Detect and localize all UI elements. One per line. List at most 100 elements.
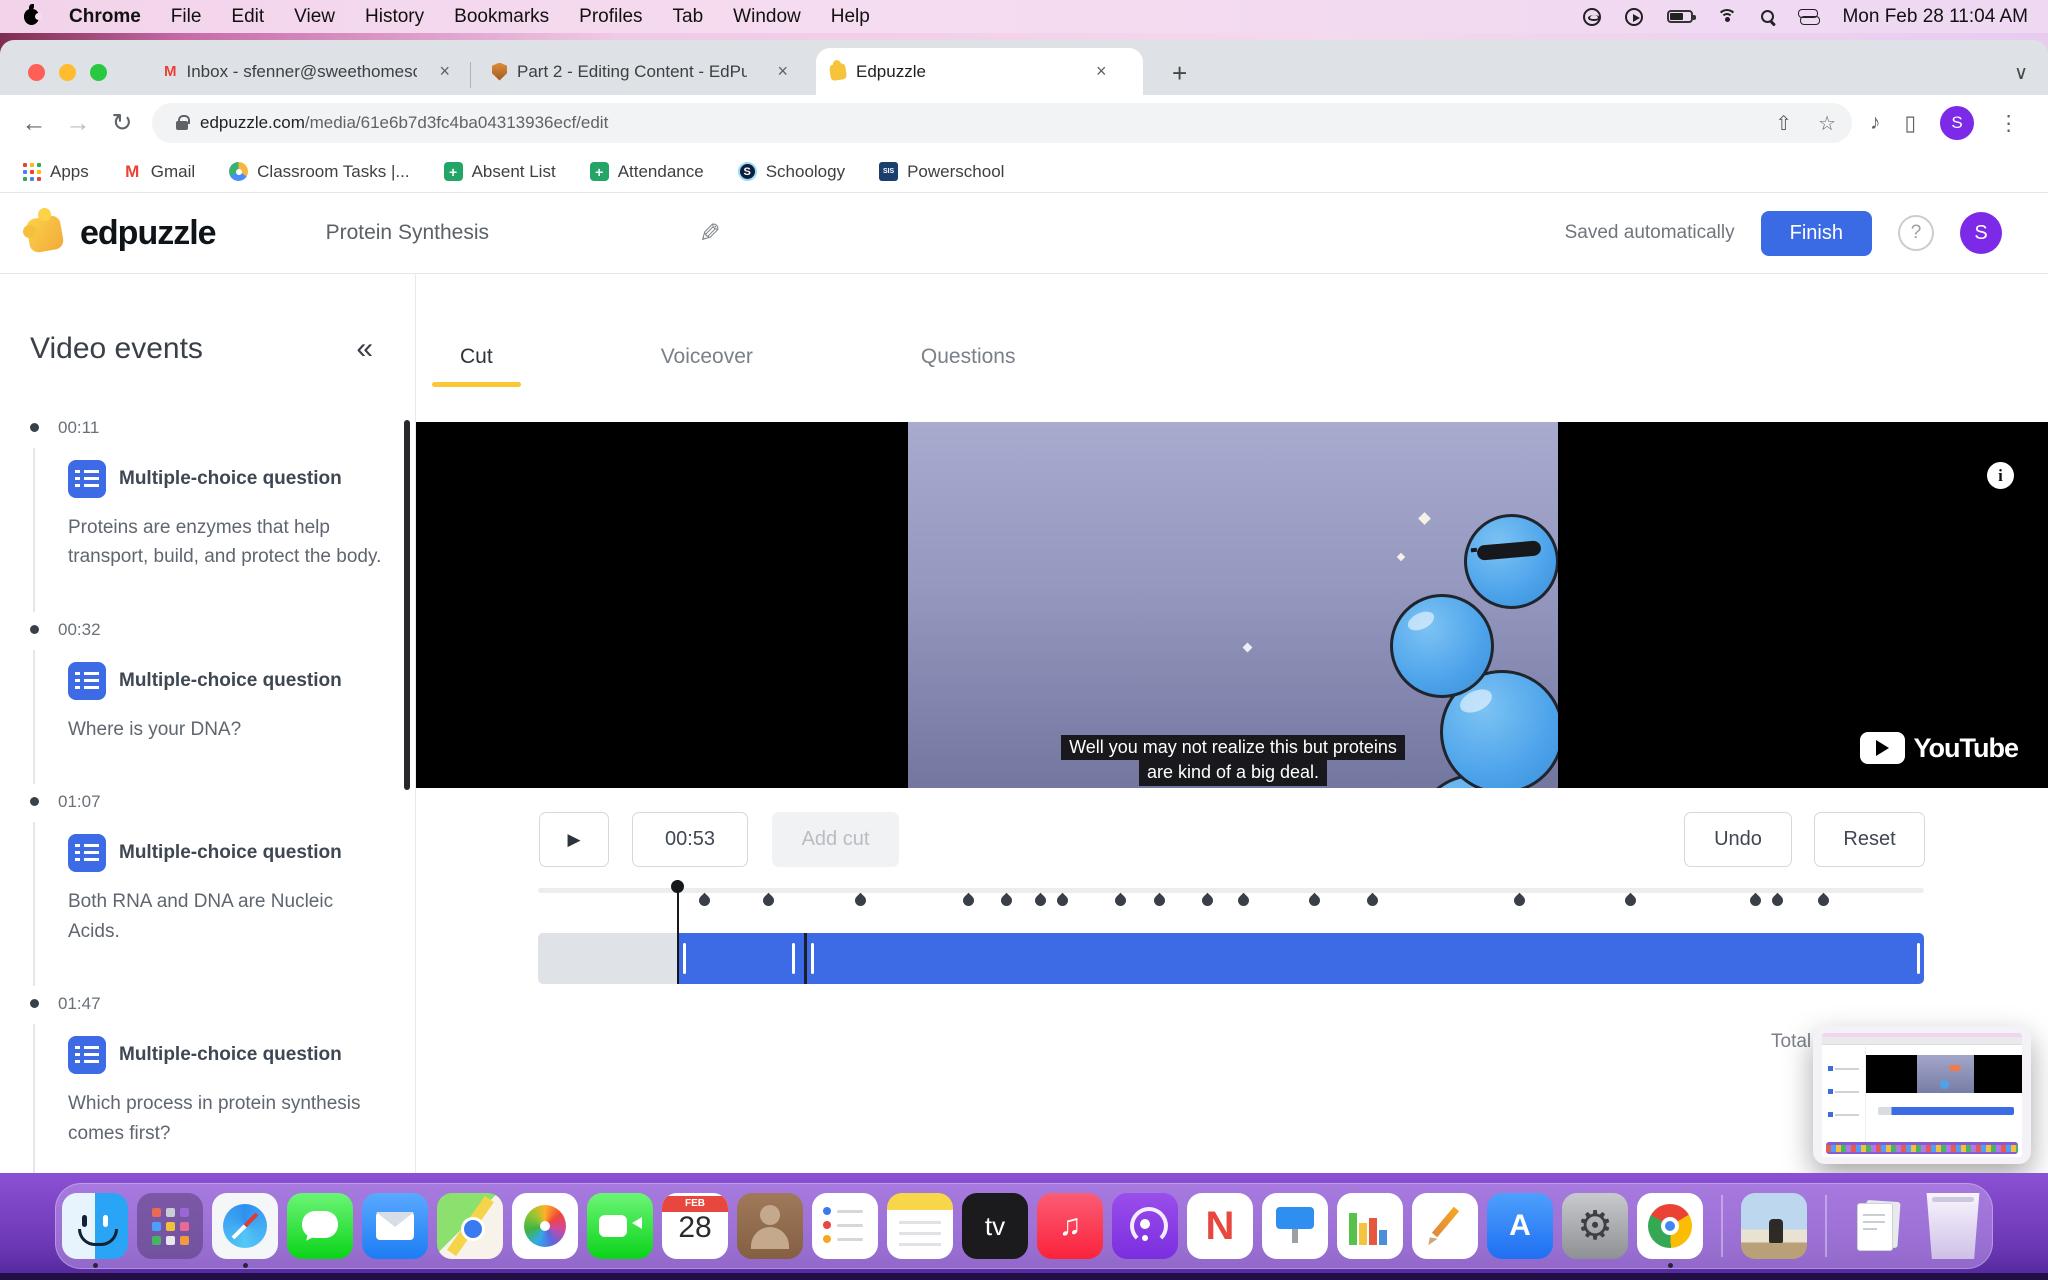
side-panel-icon[interactable]: ▯ [1905, 111, 1917, 136]
chrome-menu-icon[interactable]: ⋮ [1998, 111, 2019, 136]
dock-downloads-icon[interactable] [1845, 1193, 1911, 1259]
video-event[interactable]: 00:11 Multiple-choice question Proteins … [0, 418, 415, 572]
question-marker[interactable] [697, 893, 713, 909]
tab-questions[interactable]: Questions [893, 331, 1044, 387]
dock-news-icon[interactable]: N [1187, 1193, 1253, 1259]
edpuzzle-brand[interactable]: edpuzzle [80, 214, 216, 253]
dock-messages-icon[interactable] [287, 1193, 353, 1259]
menu-item-view[interactable]: View [294, 6, 335, 28]
media-controls-icon[interactable]: ♪ [1870, 111, 1881, 135]
cut-timeline[interactable] [538, 880, 1924, 990]
question-marker[interactable] [1055, 893, 1071, 909]
reset-button[interactable]: Reset [1814, 812, 1925, 867]
menu-item-bookmarks[interactable]: Bookmarks [454, 6, 549, 28]
screen-share-preview[interactable] [1813, 1026, 2031, 1164]
undo-button[interactable]: Undo [1684, 812, 1792, 867]
timeline-segment-kept[interactable] [678, 933, 1924, 984]
dock-safari-icon[interactable] [212, 1193, 278, 1259]
info-icon[interactable]: i [1987, 462, 2014, 489]
dock-trash-icon[interactable] [1920, 1193, 1986, 1259]
question-marker[interactable] [1236, 893, 1252, 909]
screen-mirroring-icon[interactable] [1625, 8, 1643, 26]
dock-music-icon[interactable]: ♫ [1037, 1193, 1103, 1259]
question-marker[interactable] [761, 893, 777, 909]
dock-calendar-icon[interactable]: FEB28 [662, 1193, 728, 1259]
close-tab-icon[interactable]: × [777, 61, 788, 82]
dock-maps-icon[interactable] [437, 1193, 503, 1259]
wifi-icon[interactable] [1717, 9, 1737, 24]
dock-reminders-icon[interactable] [812, 1193, 878, 1259]
creative-cloud-icon[interactable] [1583, 8, 1601, 26]
menu-item-chrome[interactable]: Chrome [69, 6, 141, 28]
tab-part2-editing[interactable]: Part 2 - Editing Content - EdPu × [478, 48, 802, 95]
timeline-bar[interactable] [538, 933, 1924, 984]
question-marker[interactable] [960, 893, 976, 909]
question-marker[interactable] [1365, 893, 1381, 909]
dock-notes-icon[interactable] [887, 1193, 953, 1259]
question-marker[interactable] [1032, 893, 1048, 909]
question-marker[interactable] [1152, 893, 1168, 909]
collapse-sidebar-icon[interactable]: « [356, 332, 373, 366]
share-icon[interactable]: ⇧ [1775, 111, 1792, 136]
question-marker[interactable] [1307, 893, 1323, 909]
add-cut-button[interactable]: Add cut [772, 812, 899, 867]
bookmark-classroom-tasks[interactable]: Classroom Tasks |... [229, 162, 409, 182]
apple-icon[interactable] [24, 9, 39, 25]
back-button[interactable]: ← [12, 109, 56, 138]
question-marker[interactable] [1770, 893, 1786, 909]
dock-desktop-folder-icon[interactable] [1741, 1193, 1807, 1259]
spotlight-icon[interactable] [1761, 10, 1774, 23]
menu-bar-clock[interactable]: Mon Feb 28 11:04 AM [1842, 6, 2028, 28]
edpuzzle-logo-icon[interactable] [22, 209, 70, 257]
chrome-profile-avatar[interactable]: S [1940, 106, 1974, 140]
timeline-track[interactable] [538, 888, 1924, 893]
playhead[interactable] [677, 880, 679, 984]
menu-item-edit[interactable]: Edit [231, 6, 264, 28]
dock-podcasts-icon[interactable] [1112, 1193, 1178, 1259]
question-marker[interactable] [852, 893, 868, 909]
dock-chrome-icon[interactable] [1637, 1193, 1703, 1259]
address-bar[interactable]: edpuzzle.com/media/61e6b7d3fc4ba04313936… [152, 103, 1852, 143]
dock-contacts-icon[interactable] [737, 1193, 803, 1259]
bookmark-schoology[interactable]: SSchoology [738, 162, 845, 182]
dock-keynote-icon[interactable] [1262, 1193, 1328, 1259]
question-marker[interactable] [1113, 893, 1129, 909]
video-event[interactable]: 01:47 Multiple-choice question Which pro… [0, 994, 415, 1148]
tab-cut[interactable]: Cut [432, 331, 521, 387]
menu-item-profiles[interactable]: Profiles [579, 6, 642, 28]
bookmark-absent-list[interactable]: +Absent List [444, 162, 556, 182]
user-avatar[interactable]: S [1960, 212, 2002, 254]
menu-item-tab[interactable]: Tab [673, 6, 704, 28]
control-center-icon[interactable] [1798, 9, 1818, 25]
reload-button[interactable]: ↻ [100, 108, 144, 138]
close-tab-icon[interactable]: × [1096, 61, 1107, 82]
play-button[interactable]: ▶ [539, 812, 609, 867]
tab-inbox[interactable]: M Inbox - sfenner@sweethomesc × [150, 48, 464, 95]
finish-button[interactable]: Finish [1761, 211, 1872, 256]
dock-numbers-icon[interactable] [1337, 1193, 1403, 1259]
zoom-window-button[interactable] [90, 64, 107, 81]
close-tab-icon[interactable]: × [439, 61, 450, 82]
url-text[interactable]: edpuzzle.com/media/61e6b7d3fc4ba04313936… [200, 113, 608, 133]
timeline-segment-removed[interactable] [538, 933, 678, 984]
battery-icon[interactable] [1667, 10, 1693, 23]
menu-item-window[interactable]: Window [733, 6, 801, 28]
bookmark-apps[interactable]: Apps [22, 162, 89, 182]
bookmark-powerschool[interactable]: SISPowerschool [879, 162, 1004, 182]
cut-handle[interactable] [683, 943, 686, 974]
menu-item-file[interactable]: File [171, 6, 202, 28]
dock-system-settings-icon[interactable]: ⚙ [1562, 1193, 1628, 1259]
question-marker[interactable] [1512, 893, 1528, 909]
dock-finder-icon[interactable] [62, 1193, 128, 1259]
dock-launchpad-icon[interactable] [137, 1193, 203, 1259]
sidebar-scrollbar[interactable] [404, 420, 410, 790]
cut-handle[interactable] [811, 943, 814, 974]
help-icon[interactable]: ? [1898, 215, 1934, 251]
bookmark-gmail[interactable]: MGmail [123, 162, 195, 182]
bookmark-star-icon[interactable]: ☆ [1818, 111, 1836, 136]
youtube-logo[interactable]: YouTube [1860, 732, 2018, 764]
close-window-button[interactable] [28, 64, 45, 81]
dock-mail-icon[interactable] [362, 1193, 428, 1259]
menu-item-help[interactable]: Help [831, 6, 870, 28]
question-marker[interactable] [1200, 893, 1216, 909]
